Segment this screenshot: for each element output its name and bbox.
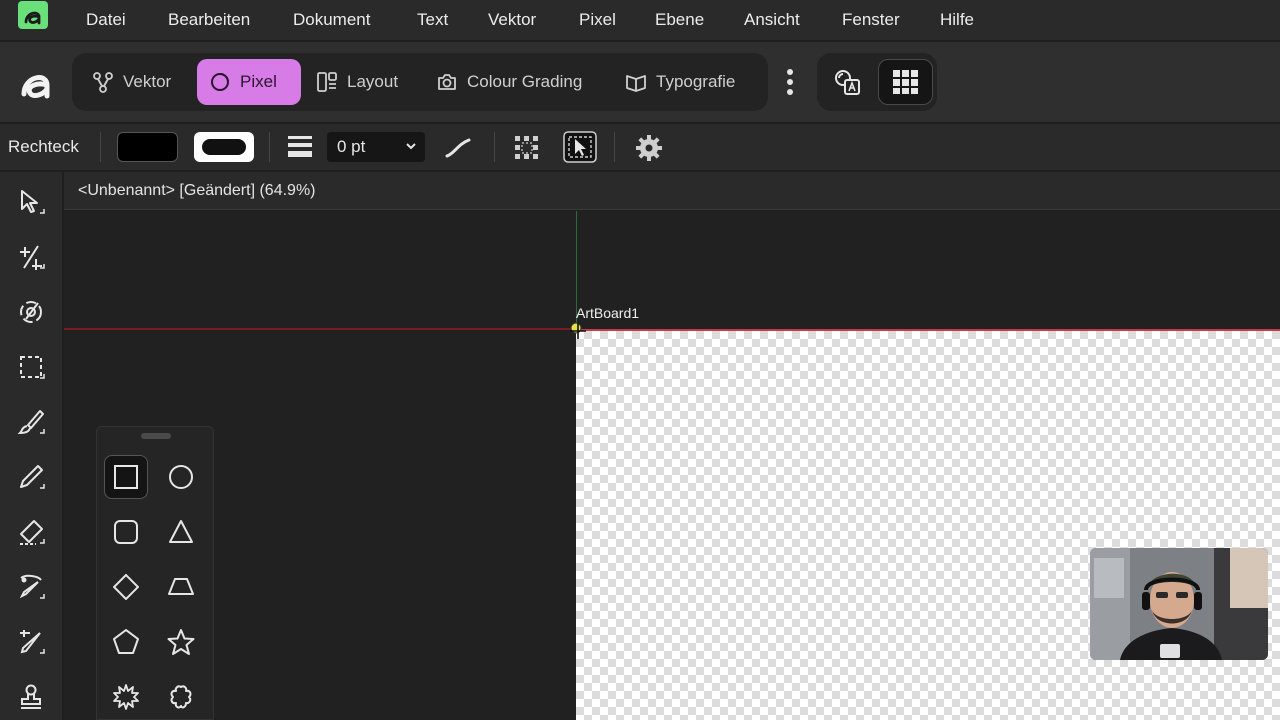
persona-layout[interactable]: Layout (304, 59, 410, 105)
rectangle-shape-button[interactable] (104, 455, 148, 499)
transform-tool-icon[interactable] (11, 237, 51, 277)
fill-color-swatch[interactable] (117, 132, 178, 162)
studio-toggle-group (817, 53, 937, 111)
divider (269, 132, 270, 162)
eraser-tool-icon[interactable] (11, 512, 51, 552)
pencil-tool-icon[interactable] (11, 457, 51, 497)
stroke-style-icon[interactable] (285, 134, 315, 160)
rounded-rectangle-shape-button[interactable] (104, 510, 148, 554)
ellipse-shape-button[interactable] (159, 455, 203, 499)
persona-label: Vektor (123, 72, 172, 91)
stroke-width-dropdown[interactable]: 0 pt (327, 132, 425, 162)
menu-ebene[interactable]: Ebene (655, 0, 704, 40)
app-logo-icon (18, 1, 48, 29)
vector-nodes-icon (93, 72, 113, 93)
chevron-down-icon (406, 143, 416, 150)
selection-box-icon[interactable] (562, 130, 598, 164)
more-options-button[interactable] (776, 64, 804, 100)
pentagon-shape-button[interactable] (104, 620, 148, 664)
horizontal-guide (64, 328, 576, 330)
menu-datei[interactable]: Datei (86, 0, 126, 40)
camera-icon (438, 74, 456, 90)
stamp-tool-icon[interactable] (11, 677, 51, 717)
flyout-drag-handle[interactable] (141, 433, 171, 439)
marquee-tool-icon[interactable] (11, 347, 51, 387)
divider (494, 132, 495, 162)
persona-vektor[interactable]: Vektor (80, 59, 183, 105)
brand-logo-icon (18, 62, 56, 102)
menu-fenster[interactable]: Fenster (842, 0, 900, 40)
pen-tool-icon[interactable] (11, 567, 51, 607)
triangle-icon (169, 520, 193, 543)
menu-hilfe[interactable]: Hilfe (940, 0, 974, 40)
gear-icon[interactable] (634, 133, 664, 163)
stroke-color-swatch[interactable] (194, 132, 254, 162)
persona-bar: Vektor Pixel Layout Colour Grading Typog… (0, 42, 1280, 122)
trapezoid-icon (168, 578, 194, 595)
persona-switcher: Vektor Pixel Layout Colour Grading Typog… (72, 53, 768, 111)
persona-label: Colour Grading (467, 72, 583, 91)
diamond-icon (113, 574, 139, 600)
trapezoid-shape-button[interactable] (159, 565, 203, 609)
layout-icon (317, 72, 337, 92)
grid-icon (892, 70, 918, 94)
move-tool-icon[interactable] (11, 182, 51, 222)
divider (614, 132, 615, 162)
stroke-width-value: 0 pt (337, 137, 366, 156)
pressure-curve-icon[interactable] (444, 136, 472, 160)
star-shape-button[interactable] (159, 620, 203, 664)
persona-label: Pixel (240, 72, 277, 91)
menu-text[interactable]: Text (417, 0, 448, 40)
webcam-overlay (1090, 548, 1268, 660)
menu-pixel[interactable]: Pixel (579, 0, 616, 40)
tools-panel (0, 172, 62, 720)
current-tool-label: Rechteck (8, 137, 79, 156)
persona-colour-grading[interactable]: Colour Grading (424, 59, 594, 105)
menu-bearbeiten[interactable]: Bearbeiten (168, 0, 250, 40)
persona-pixel[interactable]: Pixel (197, 59, 301, 105)
burst-icon (113, 684, 139, 710)
burst-shape-button[interactable] (104, 675, 148, 719)
document-title: <Unbenannt> [Geändert] (64.9%) (78, 182, 316, 199)
context-toolbar: Rechteck 0 pt (0, 124, 1280, 170)
shapes-flyout (96, 426, 214, 720)
rounded-rectangle-icon (114, 520, 138, 544)
vector-pen-tool-icon[interactable] (11, 622, 51, 662)
studio-link-icon[interactable] (831, 66, 863, 98)
brush-tool-icon[interactable] (11, 402, 51, 442)
pentagon-icon (113, 629, 139, 654)
document-tab[interactable]: <Unbenannt> [Geändert] (64.9%) (64, 172, 1280, 210)
persona-label: Layout (347, 72, 399, 91)
star-icon (167, 629, 195, 655)
pixel-brush-icon (211, 73, 229, 91)
divider (100, 132, 101, 162)
triangle-shape-button[interactable] (159, 510, 203, 554)
menu-bar: Datei Bearbeiten Dokument Text Vektor Pi… (0, 0, 1280, 40)
grid-view-button[interactable] (878, 59, 933, 105)
diamond-shape-button[interactable] (104, 565, 148, 609)
artboard[interactable] (576, 329, 1280, 720)
book-icon (626, 75, 646, 92)
persona-label: Typografie (656, 72, 736, 91)
ellipse-icon (169, 465, 193, 489)
node-tool-icon[interactable] (11, 292, 51, 332)
crosshair-cursor-icon (567, 319, 589, 341)
menu-dokument[interactable]: Dokument (293, 0, 370, 40)
cloud-shape-button[interactable] (159, 675, 203, 719)
rectangle-icon (114, 465, 138, 489)
persona-typografie[interactable]: Typografie (613, 59, 747, 105)
snapping-grid-icon[interactable] (512, 133, 542, 163)
menu-vektor[interactable]: Vektor (488, 0, 536, 40)
menu-ansicht[interactable]: Ansicht (744, 0, 800, 40)
cloud-icon (170, 685, 192, 709)
